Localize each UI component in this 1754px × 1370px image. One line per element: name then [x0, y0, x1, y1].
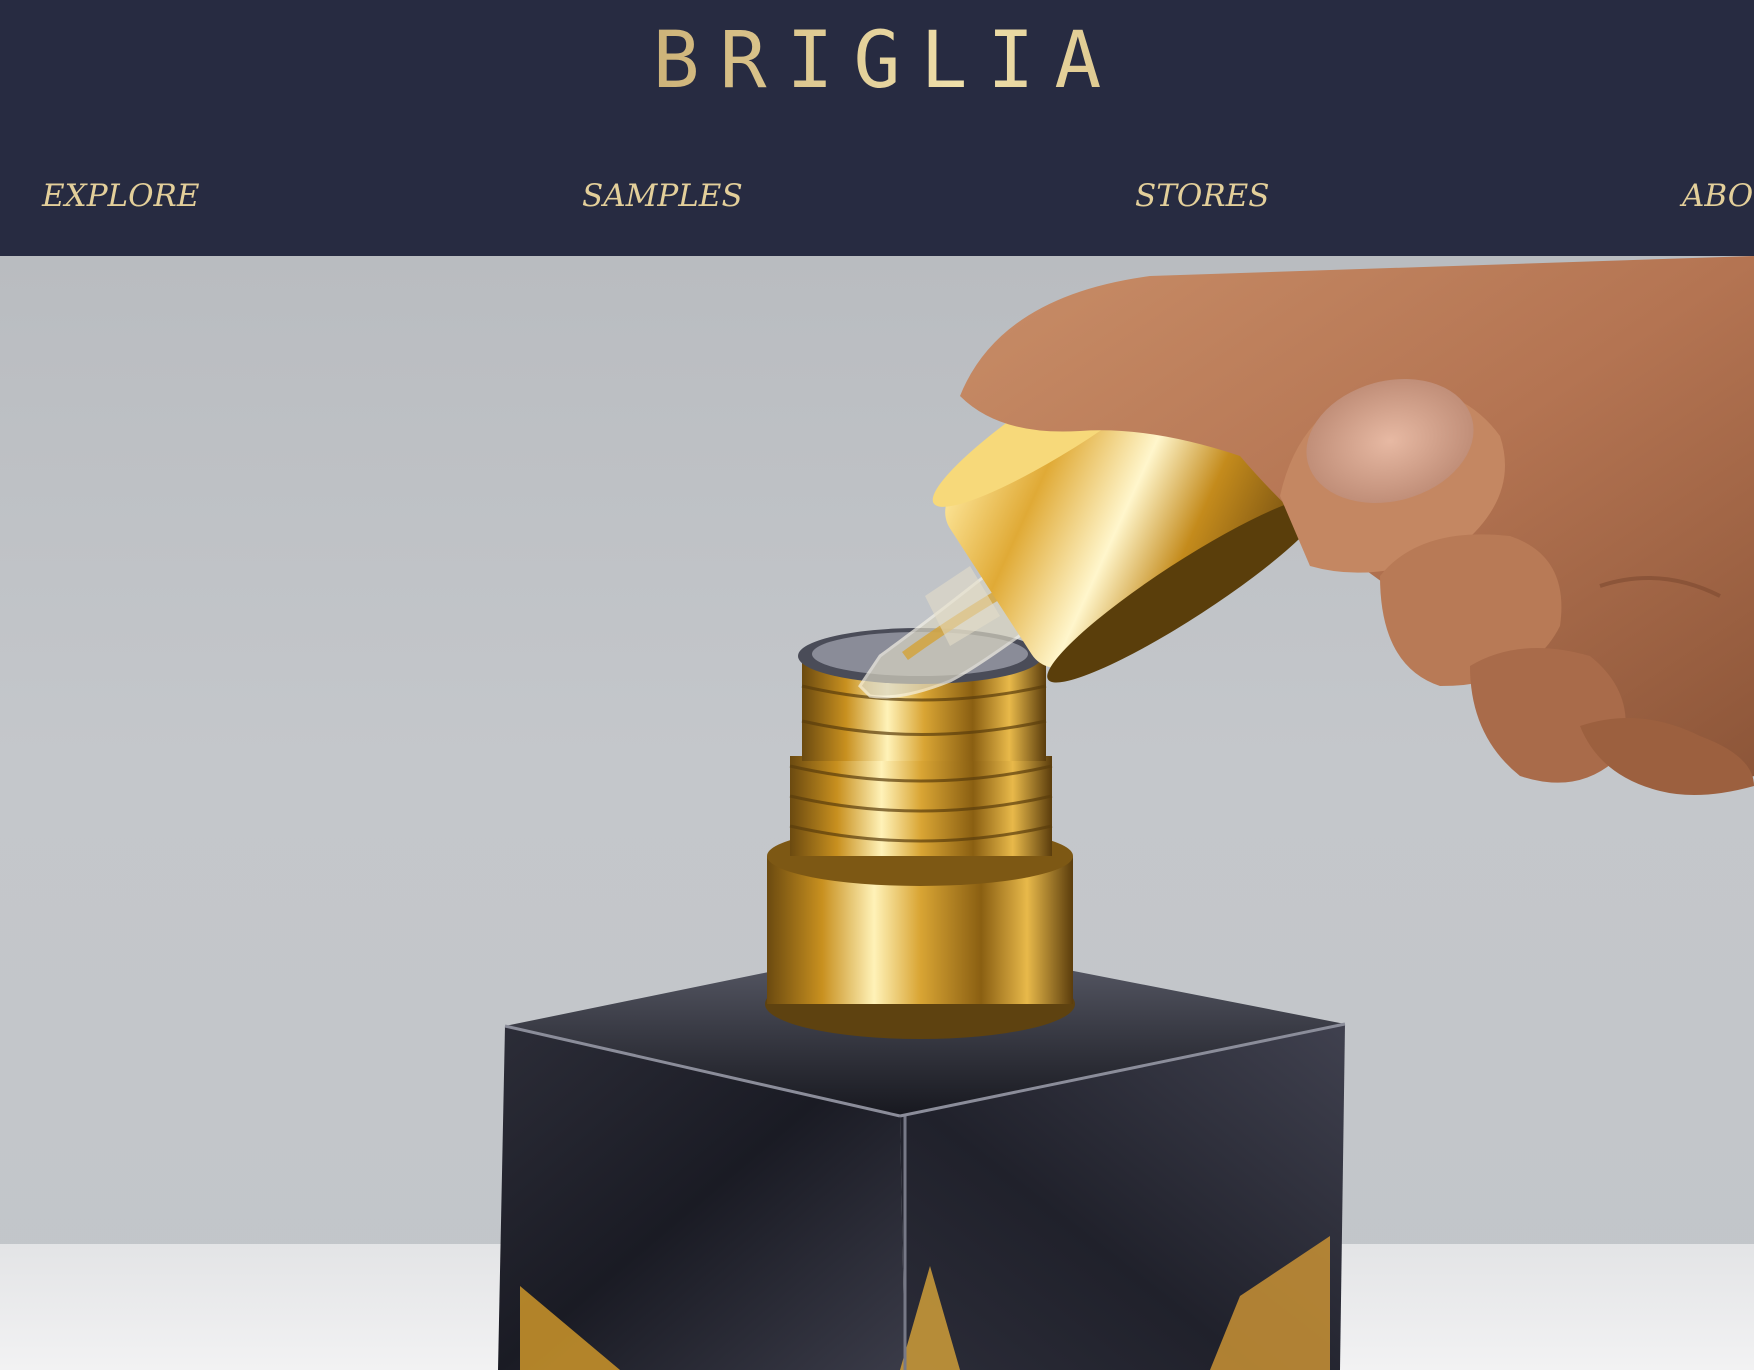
main-nav: EXPLORE SAMPLES STORES ABOUT [0, 172, 1754, 220]
nav-item-about[interactable]: ABOUT [1682, 172, 1754, 220]
nav-item-stores[interactable]: STORES [1135, 172, 1270, 220]
nav-item-explore[interactable]: EXPLORE [42, 172, 200, 220]
nav-item-samples[interactable]: SAMPLES [582, 172, 743, 220]
hero-image [0, 256, 1754, 1370]
perfume-dropper-illustration [0, 256, 1754, 1370]
brand-logo[interactable]: BRIGLIA [0, 16, 1754, 106]
site-header: BRIGLIA EXPLORE SAMPLES STORES ABOUT [0, 0, 1754, 256]
